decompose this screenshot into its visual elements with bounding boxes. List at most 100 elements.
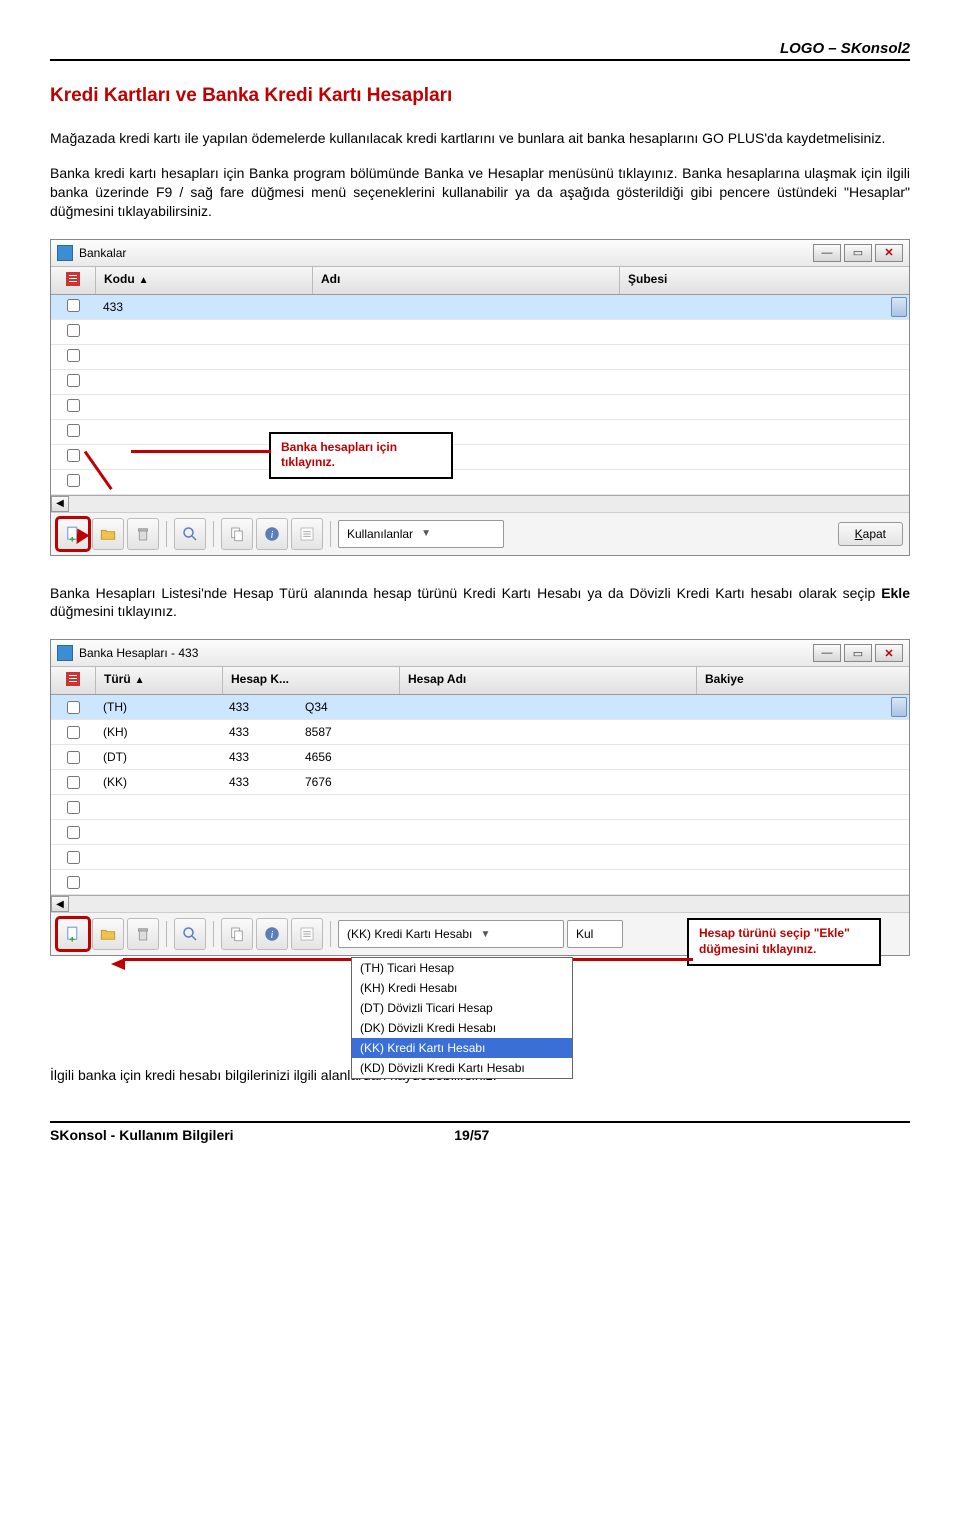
table-row[interactable]	[51, 420, 909, 445]
table-row[interactable]: 433	[51, 295, 909, 320]
footer-left: SKonsol - Kullanım Bilgileri	[50, 1127, 234, 1143]
column-header-subesi[interactable]: Şubesi	[620, 267, 909, 294]
maximize-button[interactable]: ▭	[844, 644, 872, 662]
paragraph-3: Banka Hesapları Listesi'nde Hesap Türü a…	[50, 584, 910, 622]
dropdown-option-selected[interactable]: (KK) Kredi Kartı Hesabı	[352, 1038, 572, 1058]
row-checkbox[interactable]	[67, 424, 80, 437]
row-checkbox[interactable]	[67, 726, 80, 739]
right-select[interactable]: Kul	[567, 920, 623, 948]
row-checkbox[interactable]	[67, 399, 80, 412]
row-checkbox[interactable]	[67, 299, 80, 312]
table-row[interactable]: (KH) 433 8587	[51, 720, 909, 745]
cell-kodu-b: 4656	[297, 750, 413, 764]
folder-open-icon	[99, 525, 117, 543]
row-checkbox[interactable]	[67, 776, 80, 789]
new-record-button[interactable]	[57, 918, 89, 950]
search-button[interactable]	[174, 918, 206, 950]
copy-icon	[228, 525, 246, 543]
svg-text:i: i	[271, 930, 274, 941]
table-row[interactable]	[51, 320, 909, 345]
column-header-adi[interactable]: Adı	[313, 267, 620, 294]
document-plus-icon	[64, 925, 82, 943]
horizontal-scrollbar[interactable]: ◀	[51, 495, 909, 512]
table-row[interactable]	[51, 820, 909, 845]
column-header-bakiye[interactable]: Bakiye	[697, 667, 909, 694]
row-checkbox[interactable]	[67, 349, 80, 362]
table-row[interactable]	[51, 870, 909, 895]
grid-column-headers: Kodu▲ Adı Şubesi	[51, 267, 909, 295]
column-header-turu[interactable]: Türü▲	[96, 667, 223, 694]
filter-icon	[66, 672, 80, 686]
cell-kodu-a: 433	[221, 725, 297, 739]
minimize-button[interactable]: —	[813, 244, 841, 262]
copy-button[interactable]	[221, 518, 253, 550]
account-type-dropdown[interactable]: (TH) Ticari Hesap (KH) Kredi Hesabı (DT)…	[351, 957, 573, 1079]
row-checkbox[interactable]	[67, 701, 80, 714]
open-button[interactable]	[92, 518, 124, 550]
dropdown-option[interactable]: (TH) Ticari Hesap	[352, 958, 572, 978]
table-row[interactable]	[51, 395, 909, 420]
page-header-brand: LOGO – SKonsol2	[50, 40, 910, 61]
vertical-scroll-thumb[interactable]	[891, 297, 907, 317]
callout-box: Hesap türünü seçip "Ekle" düğmesini tıkl…	[687, 918, 881, 965]
row-checkbox[interactable]	[67, 324, 80, 337]
info-button[interactable]: i	[256, 518, 288, 550]
list-button[interactable]	[291, 918, 323, 950]
horizontal-scrollbar[interactable]: ◀	[51, 895, 909, 912]
table-row[interactable]	[51, 845, 909, 870]
callout-box: Banka hesapları için tıklayınız.	[269, 432, 453, 479]
info-button[interactable]: i	[256, 918, 288, 950]
row-checkbox[interactable]	[67, 751, 80, 764]
minimize-button[interactable]: —	[813, 644, 841, 662]
table-row[interactable]	[51, 370, 909, 395]
row-checkbox[interactable]	[67, 449, 80, 462]
table-row[interactable]	[51, 795, 909, 820]
open-button[interactable]	[92, 918, 124, 950]
cell-turu: (TH)	[95, 700, 221, 714]
dropdown-option[interactable]: (DT) Dövizli Ticari Hesap	[352, 998, 572, 1018]
paragraph-1: Mağazada kredi kartı ile yapılan ödemele…	[50, 129, 910, 148]
row-checkbox[interactable]	[67, 374, 80, 387]
window-banka-hesaplari: Banka Hesapları - 433 — ▭ ✕ Türü▲ Hesap …	[50, 639, 910, 956]
list-icon	[298, 925, 316, 943]
filter-select-label: Kullanılanlar	[347, 527, 413, 541]
dropdown-option[interactable]: (KH) Kredi Hesabı	[352, 978, 572, 998]
row-checkbox[interactable]	[67, 851, 80, 864]
window-title: Banka Hesapları - 433	[79, 646, 198, 660]
copy-icon	[228, 925, 246, 943]
dropdown-option[interactable]: (KD) Dövizli Kredi Kartı Hesabı	[352, 1058, 572, 1078]
search-button[interactable]	[174, 518, 206, 550]
filter-header-button[interactable]	[51, 267, 96, 294]
grid-body: (TH) 433 Q34 (KH) 433 8587 (DT) 433 4656…	[51, 695, 909, 895]
column-header-hesap-kodu[interactable]: Hesap K...	[223, 667, 400, 694]
dropdown-option[interactable]: (DK) Dövizli Kredi Hesabı	[352, 1018, 572, 1038]
scroll-left-button[interactable]: ◀	[51, 496, 69, 512]
table-row[interactable]	[51, 345, 909, 370]
close-button[interactable]: Kapat	[838, 522, 903, 546]
column-header-hesap-adi[interactable]: Hesap Adı	[400, 667, 697, 694]
list-button[interactable]	[291, 518, 323, 550]
column-header-kodu[interactable]: Kodu▲	[96, 267, 313, 294]
delete-button[interactable]	[127, 918, 159, 950]
row-checkbox[interactable]	[67, 876, 80, 889]
row-checkbox[interactable]	[67, 801, 80, 814]
scroll-left-button[interactable]: ◀	[51, 896, 69, 912]
maximize-button[interactable]: ▭	[844, 244, 872, 262]
table-row[interactable]: (KK) 433 7676	[51, 770, 909, 795]
table-row[interactable]	[51, 470, 909, 495]
filter-select[interactable]: Kullanılanlar ▼	[338, 520, 504, 548]
table-row[interactable]: (DT) 433 4656	[51, 745, 909, 770]
account-type-select[interactable]: (KK) Kredi Kartı Hesabı ▼	[338, 920, 564, 948]
info-icon: i	[263, 525, 281, 543]
delete-button[interactable]	[127, 518, 159, 550]
cell-kodu: 433	[95, 300, 311, 314]
table-row[interactable]: (TH) 433 Q34	[51, 695, 909, 720]
close-window-button[interactable]: ✕	[875, 644, 903, 662]
table-row[interactable]	[51, 445, 909, 470]
row-checkbox[interactable]	[67, 826, 80, 839]
copy-button[interactable]	[221, 918, 253, 950]
row-checkbox[interactable]	[67, 474, 80, 487]
vertical-scroll-thumb[interactable]	[891, 697, 907, 717]
close-window-button[interactable]: ✕	[875, 244, 903, 262]
filter-header-button[interactable]	[51, 667, 96, 694]
